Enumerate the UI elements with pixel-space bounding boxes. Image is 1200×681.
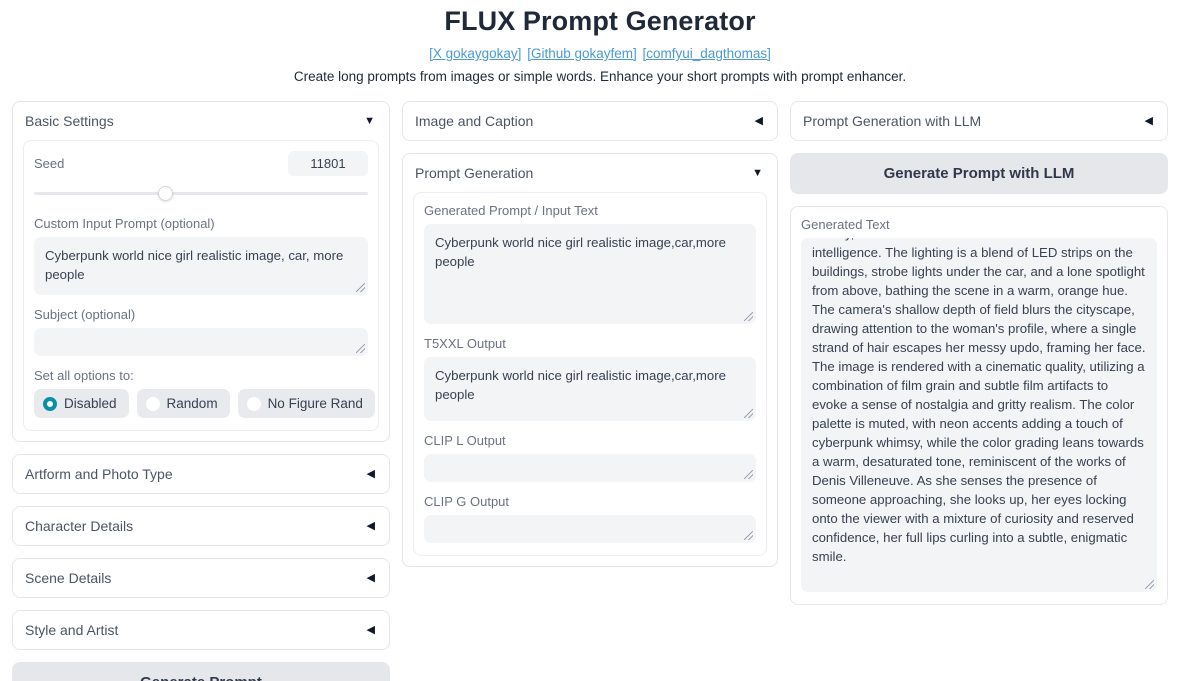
- radio-random[interactable]: Random: [136, 389, 230, 418]
- generated-text-textarea[interactable]: moody, with a hint of rain and the dista…: [801, 238, 1157, 592]
- radio-unselected-icon: [246, 396, 261, 411]
- chevron-left-icon[interactable]: ◀: [1145, 115, 1153, 127]
- chevron-left-icon[interactable]: ◀: [367, 624, 375, 636]
- accordion-header-scene-details[interactable]: Scene Details ◀: [13, 559, 389, 597]
- accordion-body-prompt-generation: Generated Prompt / Input Text Cyberpunk …: [403, 192, 777, 566]
- accordion-body-basic-settings: Seed 11801 Custom Input Prompt (optional…: [13, 140, 389, 441]
- accordion-header-basic-settings[interactable]: Basic Settings ▼: [13, 102, 389, 140]
- prompt-generation-group: Generated Prompt / Input Text Cyberpunk …: [413, 192, 767, 556]
- clip-g-output-textarea[interactable]: [424, 515, 756, 543]
- accordion-header-prompt-generation-with-llm[interactable]: Prompt Generation with LLM ◀: [791, 102, 1167, 140]
- accordion-prompt-generation: Prompt Generation ▼ Generated Prompt / I…: [402, 153, 778, 567]
- accordion-image-and-caption: Image and Caption ◀: [402, 101, 778, 141]
- custom-input-prompt-textarea[interactable]: Cyberpunk world nice girl realistic imag…: [34, 237, 368, 295]
- generated-prompt-textarea[interactable]: Cyberpunk world nice girl realistic imag…: [424, 224, 756, 324]
- link-comfyui-dagthomas[interactable]: [comfyui_dagthomas]: [643, 46, 771, 61]
- left-column: Basic Settings ▼ Seed 11801 Custom Input…: [12, 101, 390, 681]
- radio-selected-icon: [43, 396, 57, 411]
- seed-slider-thumb[interactable]: [157, 186, 173, 201]
- accordion-header-character-details[interactable]: Character Details ◀: [13, 507, 389, 545]
- accordion-title-artform-and-photo-type: Artform and Photo Type: [25, 466, 173, 482]
- accordion-header-image-and-caption[interactable]: Image and Caption ◀: [403, 102, 777, 140]
- seed-slider-track[interactable]: [34, 192, 368, 195]
- chevron-down-icon[interactable]: ▼: [752, 167, 763, 179]
- generated-text-content: moody, with a hint of rain and the dista…: [812, 238, 1146, 564]
- chevron-down-icon[interactable]: ▼: [364, 115, 375, 127]
- accordion-header-style-and-artist[interactable]: Style and Artist ◀: [13, 611, 389, 649]
- accordion-basic-settings: Basic Settings ▼ Seed 11801 Custom Input…: [12, 101, 390, 442]
- set-all-options-label: Set all options to:: [34, 368, 134, 383]
- custom-input-prompt-label: Custom Input Prompt (optional): [34, 216, 215, 231]
- chevron-left-icon[interactable]: ◀: [367, 468, 375, 480]
- radio-no-figure-rand[interactable]: No Figure Rand: [237, 389, 375, 418]
- radio-label-random: Random: [166, 396, 218, 411]
- radio-label-no-figure-rand: No Figure Rand: [267, 396, 363, 411]
- generate-prompt-with-llm-button[interactable]: Generate Prompt with LLM: [790, 153, 1168, 194]
- page-title: FLUX Prompt Generator: [444, 6, 756, 36]
- page-header: FLUX Prompt Generator [X gokaygokay] [Gi…: [0, 0, 1200, 87]
- seed-row: Seed 11801: [34, 151, 368, 176]
- clip-l-output-textarea[interactable]: [424, 454, 756, 482]
- header-links: [X gokaygokay] [Github gokayfem] [comfyu…: [0, 45, 1200, 63]
- accordion-title-scene-details: Scene Details: [25, 570, 112, 586]
- generated-text-label: Generated Text: [801, 217, 890, 232]
- t5xxl-output-label: T5XXL Output: [424, 336, 506, 351]
- radio-disabled[interactable]: Disabled: [34, 389, 129, 418]
- chevron-left-icon[interactable]: ◀: [367, 520, 375, 532]
- right-column: Prompt Generation with LLM ◀ Generate Pr…: [790, 101, 1168, 605]
- seed-input[interactable]: 11801: [288, 151, 368, 176]
- accordion-title-character-details: Character Details: [25, 518, 134, 534]
- generate-prompt-button[interactable]: Generate Prompt: [12, 662, 390, 681]
- accordion-artform-and-photo-type: Artform and Photo Type ◀: [12, 454, 390, 494]
- accordion-title-basic-settings: Basic Settings: [25, 113, 114, 129]
- subject-label: Subject (optional): [34, 307, 136, 322]
- subject-textarea[interactable]: [34, 328, 368, 356]
- middle-column: Image and Caption ◀ Prompt Generation ▼ …: [402, 101, 778, 579]
- link-x-gokaygokay[interactable]: [X gokaygokay]: [429, 46, 521, 61]
- accordion-title-image-and-caption: Image and Caption: [415, 113, 534, 129]
- accordion-style-and-artist: Style and Artist ◀: [12, 610, 390, 650]
- generated-text-group: Generated Text moody, with a hint of rai…: [790, 206, 1168, 605]
- seed-slider[interactable]: [34, 184, 368, 202]
- accordion-header-artform-and-photo-type[interactable]: Artform and Photo Type ◀: [13, 455, 389, 493]
- basic-settings-group: Seed 11801 Custom Input Prompt (optional…: [23, 140, 379, 431]
- seed-label: Seed: [34, 156, 65, 171]
- accordion-scene-details: Scene Details ◀: [12, 558, 390, 598]
- accordion-title-prompt-generation-with-llm: Prompt Generation with LLM: [803, 113, 982, 129]
- chevron-left-icon[interactable]: ◀: [367, 572, 375, 584]
- generated-prompt-label: Generated Prompt / Input Text: [424, 203, 598, 218]
- accordion-character-details: Character Details ◀: [12, 506, 390, 546]
- page-subtitle: Create long prompts from images or simpl…: [293, 69, 907, 84]
- accordion-header-prompt-generation[interactable]: Prompt Generation ▼: [403, 154, 777, 192]
- accordion-prompt-generation-with-llm: Prompt Generation with LLM ◀: [790, 101, 1168, 141]
- set-all-options-radio-group: Disabled Random No Figure Rand: [34, 389, 375, 418]
- accordion-title-style-and-artist: Style and Artist: [25, 622, 119, 638]
- accordion-title-prompt-generation: Prompt Generation: [415, 165, 534, 181]
- chevron-left-icon[interactable]: ◀: [755, 115, 763, 127]
- radio-label-disabled: Disabled: [64, 396, 117, 411]
- clip-g-output-label: CLIP G Output: [424, 494, 510, 509]
- main-columns: Basic Settings ▼ Seed 11801 Custom Input…: [0, 87, 1200, 681]
- link-github-gokayfem[interactable]: [Github gokayfem]: [527, 46, 637, 61]
- clip-l-output-label: CLIP L Output: [424, 433, 506, 448]
- t5xxl-output-textarea[interactable]: Cyberpunk world nice girl realistic imag…: [424, 357, 756, 421]
- radio-unselected-icon: [145, 396, 160, 411]
